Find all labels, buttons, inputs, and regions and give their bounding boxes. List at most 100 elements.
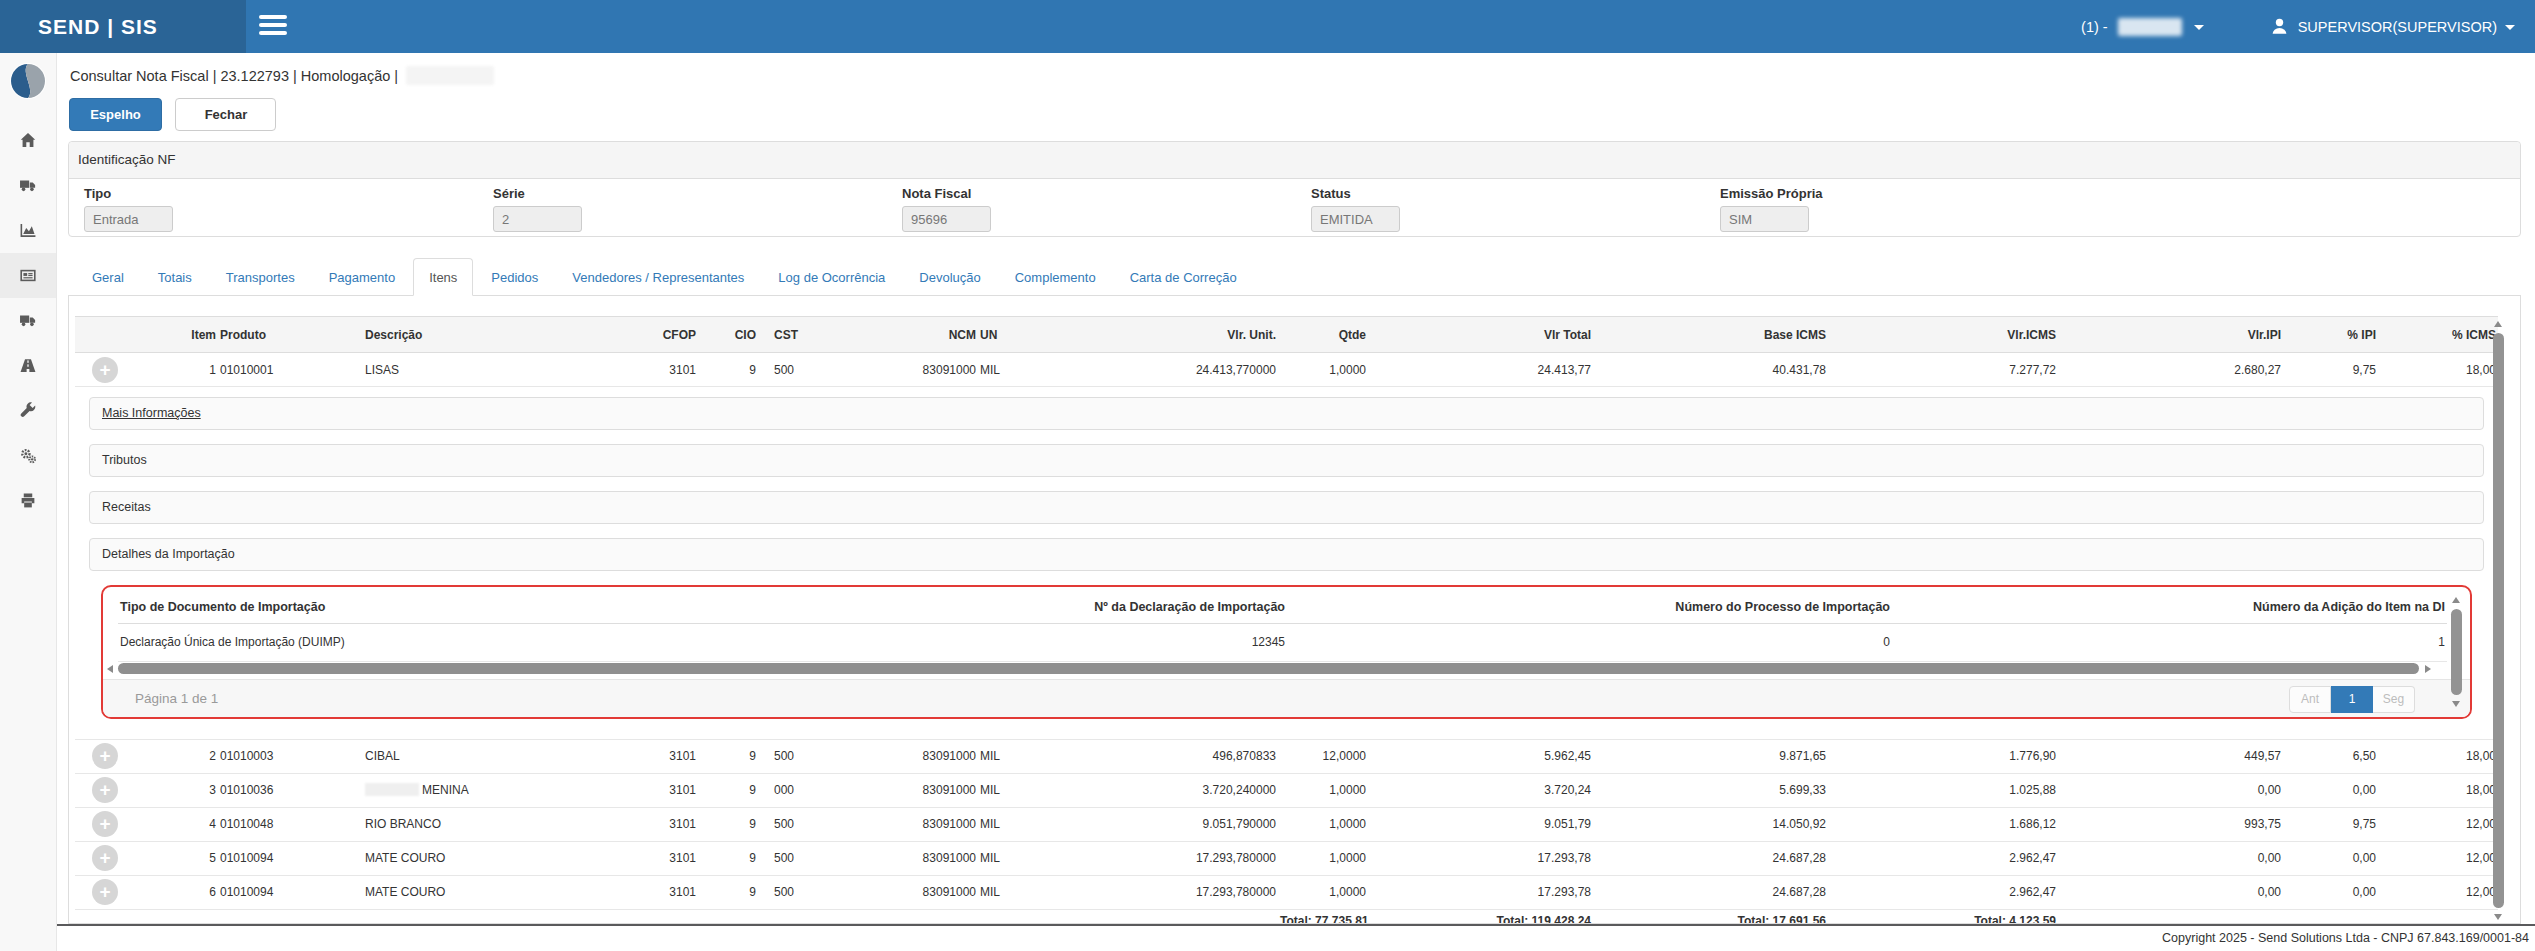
import-vertical-scrollbar[interactable] xyxy=(2451,597,2462,707)
tab-transportes[interactable]: Transportes xyxy=(210,258,311,296)
accordion-detalhes-da-importa-o[interactable]: Detalhes da Importação xyxy=(89,538,2484,571)
total-cell: Total: 119.428,24 xyxy=(1368,909,1593,924)
cell-cfop: 3101 xyxy=(633,841,698,875)
sidebar-item-chart-area[interactable] xyxy=(0,208,56,253)
tab-devolu-o[interactable]: Devolução xyxy=(903,258,996,296)
cell-vlr_unit: 17.293,780000 xyxy=(1038,841,1278,875)
chevron-down-icon[interactable] xyxy=(2194,25,2204,30)
cell-qtde: 1,0000 xyxy=(1278,353,1368,387)
column-header-cio: CIO xyxy=(698,317,758,353)
scroll-up-icon[interactable] xyxy=(2494,321,2502,327)
sidebar-item-road[interactable] xyxy=(0,343,56,388)
tab-pagamento[interactable]: Pagamento xyxy=(313,258,412,296)
total-cell: Total: 17.691,56 xyxy=(1593,909,1828,924)
sidebar-item-truck[interactable] xyxy=(0,298,56,343)
field-label: Emissão Própria xyxy=(1720,186,1823,201)
sidebar-item-home[interactable] xyxy=(0,118,56,163)
cell-cfop: 3101 xyxy=(633,739,698,773)
sidebar xyxy=(0,53,57,951)
current-page-button[interactable]: 1 xyxy=(2331,686,2373,713)
cell-vlr_icms: 1.776,90 xyxy=(1828,739,2058,773)
expand-row-button[interactable]: + xyxy=(92,879,118,905)
col-expand xyxy=(75,317,135,353)
cell-vlr_icms: 1.025,88 xyxy=(1828,773,2058,807)
scroll-down-icon[interactable] xyxy=(2452,701,2460,707)
cell-base_icms: 5.699,33 xyxy=(1593,773,1828,807)
next-page-button[interactable]: Seg xyxy=(2373,686,2415,713)
prev-page-button[interactable]: Ant xyxy=(2289,686,2331,713)
cell-cio: 9 xyxy=(698,807,758,841)
cell-descricao: CIBAL xyxy=(363,739,633,773)
identificacao-panel: Identificação NF TipoSérieNota FiscalSta… xyxy=(68,141,2521,237)
road-icon xyxy=(19,357,37,374)
field-input[interactable] xyxy=(84,206,173,232)
sidebar-item-gears[interactable] xyxy=(0,433,56,478)
cell-p_ipi: 0,00 xyxy=(2283,773,2378,807)
sidebar-item-wrench[interactable] xyxy=(0,388,56,433)
cell-cio: 9 xyxy=(698,739,758,773)
expand-row-button[interactable]: + xyxy=(92,777,118,803)
fechar-button[interactable]: Fechar xyxy=(175,98,276,131)
tab-totais[interactable]: Totais xyxy=(142,258,208,296)
cell-p_icms: 18,00 xyxy=(2378,739,2498,773)
field-input[interactable] xyxy=(1311,206,1400,232)
menu-toggle-icon[interactable] xyxy=(259,15,289,39)
column-header-produto: Produto xyxy=(218,317,363,353)
column-header-p_ipi: % IPI xyxy=(2283,317,2378,353)
cell-p_icms: 18,00 xyxy=(2378,353,2498,387)
expand-row-button[interactable]: + xyxy=(92,357,118,383)
tab-pedidos[interactable]: Pedidos xyxy=(475,258,554,296)
tab-complemento[interactable]: Complemento xyxy=(999,258,1112,296)
cell-cst: 500 xyxy=(758,841,833,875)
cell-vlr_icms: 7.277,72 xyxy=(1828,353,2058,387)
tab-log-de-ocorr-ncia[interactable]: Log de Ocorrência xyxy=(762,258,901,296)
field-input[interactable] xyxy=(1720,206,1809,232)
espelho-button[interactable]: Espelho xyxy=(69,98,162,131)
column-header-item: Item xyxy=(135,317,218,353)
cell-vlr_ipi: 993,75 xyxy=(2058,807,2283,841)
tab-itens[interactable]: Itens xyxy=(413,258,473,296)
field-input[interactable] xyxy=(902,206,991,232)
user-menu[interactable]: SUPERVISOR(SUPERVISOR) xyxy=(2270,17,2521,36)
user-icon xyxy=(2270,17,2289,36)
scroll-left-icon[interactable] xyxy=(107,665,113,673)
scroll-down-icon[interactable] xyxy=(2494,914,2502,920)
import-col-header: Número da Adição do Item na DI xyxy=(1892,591,2447,623)
app-logo[interactable] xyxy=(9,62,47,100)
identificacao-title: Identificação NF xyxy=(69,142,2520,179)
notification-label[interactable]: (1) - xyxy=(2081,19,2108,35)
expand-row-button[interactable]: + xyxy=(92,845,118,871)
expand-row-button[interactable]: + xyxy=(92,811,118,837)
wrench-icon xyxy=(19,402,37,419)
sidebar-item-printer[interactable] xyxy=(0,478,56,523)
cell-p_icms: 12,00 xyxy=(2378,875,2498,909)
cell-produto: 01010036 xyxy=(218,773,363,807)
table-vertical-scrollbar[interactable] xyxy=(2493,321,2504,920)
cell-item: 5 xyxy=(135,841,218,875)
field-status: Status xyxy=(1311,186,1400,232)
cell-cio: 9 xyxy=(698,773,758,807)
gears-icon xyxy=(19,447,37,464)
expand-row-button[interactable]: + xyxy=(92,743,118,769)
sidebar-item-truck[interactable] xyxy=(0,163,56,208)
cell-un: MIL xyxy=(978,353,1038,387)
chart-area-icon xyxy=(19,222,37,239)
scroll-right-icon[interactable] xyxy=(2425,665,2431,673)
sidebar-item-newspaper[interactable] xyxy=(0,253,56,298)
tab-carta-de-corre-o[interactable]: Carta de Correção xyxy=(1114,258,1253,296)
field-input[interactable] xyxy=(493,206,582,232)
accordion-mais-informa-es[interactable]: Mais Informações xyxy=(89,397,2484,430)
cell-descricao: MENINA xyxy=(363,773,633,807)
tab-geral[interactable]: Geral xyxy=(76,258,140,296)
scroll-up-icon[interactable] xyxy=(2452,597,2460,603)
import-horizontal-scrollbar[interactable] xyxy=(107,662,2432,676)
cell-ncm: 83091000 xyxy=(833,841,978,875)
tab-vendedores-representantes[interactable]: Vendedores / Representantes xyxy=(556,258,760,296)
cell-qtde: 12,0000 xyxy=(1278,739,1368,773)
accordion-receitas[interactable]: Receitas xyxy=(89,491,2484,524)
field-tipo: Tipo xyxy=(84,186,173,232)
cell-p_ipi: 0,00 xyxy=(2283,875,2378,909)
cell-cio: 9 xyxy=(698,875,758,909)
accordion-tributos[interactable]: Tributos xyxy=(89,444,2484,477)
chevron-down-icon xyxy=(2505,25,2515,30)
